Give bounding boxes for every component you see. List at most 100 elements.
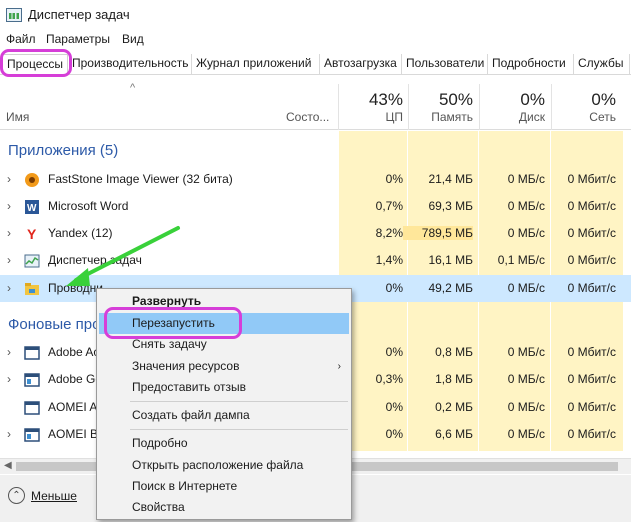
process-row[interactable]: › W Microsoft Word 0,7% 69,3 МБ 0 МБ/с 0… [0,193,631,220]
disk-value: 0 МБ/с [507,372,545,386]
disk-value: 0 МБ/с [507,427,545,441]
memory-value: 21,4 МБ [428,172,473,186]
process-name: Adobe Ge [48,372,103,386]
menu-open-location[interactable]: Открыть расположение файла [99,455,349,476]
tab-details[interactable]: Подробности [488,54,574,74]
network-value: 0 Мбит/с [567,372,616,386]
column-cpu[interactable]: ЦП [333,110,403,124]
disk-value: 0 МБ/с [507,345,545,359]
column-status[interactable]: Состо... [286,110,329,124]
memory-value: 6,6 МБ [435,427,473,441]
chevron-right-icon[interactable]: › [7,345,11,359]
memory-value: 49,2 МБ [428,281,473,295]
cpu-value: 0,7% [375,199,403,213]
menu-end-task[interactable]: Снять задачу [99,334,349,355]
menu-file[interactable]: Файл [6,32,36,46]
column-header-row: ^ Имя Состо... 43% ЦП 50% Память 0% Диск… [0,82,631,130]
memory-value: 16,1 МБ [428,253,473,267]
network-value: 0 Мбит/с [567,281,616,295]
disk-percent: 0% [520,90,545,109]
column-disk[interactable]: Диск [475,110,545,124]
memory-value: 69,3 МБ [428,199,473,213]
memory-percent: 50% [438,90,473,109]
network-value: 0 Мбит/с [567,345,616,359]
menu-details[interactable]: Подробно [99,433,349,454]
column-name[interactable]: Имя [6,110,29,124]
disk-value: 0 МБ/с [507,281,545,295]
app-window-icon [24,345,40,361]
app-window-icon [24,400,40,416]
column-divider [338,84,339,130]
column-network[interactable]: Сеть [546,110,616,124]
menu-resource-values[interactable]: Значения ресурсов › [99,356,349,377]
network-value: 0 Мбит/с [567,253,616,267]
chevron-up-icon[interactable]: ⌃ [8,487,25,504]
group-apps-title: Приложения (5) [8,142,119,159]
disk-value: 0 МБ/с [507,199,545,213]
menu-separator [130,401,348,402]
cpu-value: 8,2% [375,226,403,240]
disk-value: 0 МБ/с [507,400,545,414]
tab-bar: Процессы Производительность Журнал прило… [0,51,631,75]
column-divider [408,84,409,130]
chevron-right-icon[interactable]: › [7,226,11,240]
menu-bar: Файл Параметры Вид [0,30,631,50]
disk-value: 0 МБ/с [507,172,545,186]
process-name: FastStone Image Viewer (32 бита) [48,172,233,186]
chevron-right-icon[interactable]: › [7,427,11,441]
task-manager-icon [6,8,22,22]
network-value: 0 Мбит/с [567,199,616,213]
sort-up-icon[interactable]: ^ [130,82,135,94]
cpu-percent: 43% [368,90,403,109]
app-window-icon [24,427,40,443]
svg-text:W: W [27,203,37,214]
menu-restart[interactable]: Перезапустить [99,313,349,334]
process-row[interactable]: › FastStone Image Viewer (32 бита) 0% 21… [0,166,631,193]
column-memory[interactable]: Память [403,110,473,124]
disk-value: 0,1 МБ/с [497,253,545,267]
menu-resource-values-label: Значения ресурсов [132,359,240,373]
tab-services[interactable]: Службы [574,54,630,74]
memory-value: 1,8 МБ [435,372,473,386]
column-divider [551,84,552,130]
memory-value: 0,2 МБ [435,400,473,414]
network-percent: 0% [591,90,616,109]
menu-feedback[interactable]: Предоставить отзыв [99,377,349,398]
tab-app-history[interactable]: Журнал приложений [192,54,320,74]
process-name: Adobe Ac [48,345,100,359]
submenu-arrow-icon: › [337,361,341,372]
memory-value: 0,8 МБ [435,345,473,359]
menu-search-online[interactable]: Поиск в Интернете [99,476,349,497]
menu-expand[interactable]: Развернуть [99,291,349,312]
menu-create-dump[interactable]: Создать файл дампа [99,405,349,426]
network-value: 0 Мбит/с [567,172,616,186]
group-background-title: Фоновые про [8,316,101,333]
context-menu: Развернуть Перезапустить Снять задачу Зн… [96,288,352,520]
tab-startup[interactable]: Автозагрузка [320,54,402,74]
chevron-right-icon[interactable]: › [7,372,11,386]
tab-processes[interactable]: Процессы [2,54,68,74]
cpu-value: 0% [385,172,403,186]
cpu-value: 1,4% [375,253,403,267]
chevron-right-icon[interactable]: › [7,253,11,267]
menu-options[interactable]: Параметры [46,32,110,46]
menu-view[interactable]: Вид [122,32,144,46]
tab-performance[interactable]: Производительность [68,54,192,74]
title-bar: Диспетчер задач [0,0,631,30]
column-divider [479,84,480,130]
chevron-right-icon[interactable]: › [7,281,11,295]
tab-users[interactable]: Пользователи [402,54,488,74]
app-window-icon [24,372,40,388]
network-value: 0 Мбит/с [567,400,616,414]
memory-value: 789,5 МБ [403,226,473,240]
window-title: Диспетчер задач [28,7,130,22]
menu-properties[interactable]: Свойства [99,497,349,518]
faststone-icon [24,172,40,188]
network-value: 0 Мбит/с [567,226,616,240]
scroll-left-icon[interactable]: ◀ [4,460,12,471]
annotation-arrow [66,226,180,286]
word-icon: W [24,199,40,215]
chevron-right-icon[interactable]: › [7,172,11,186]
chevron-right-icon[interactable]: › [7,199,11,213]
less-details-link[interactable]: Меньше [31,489,77,503]
